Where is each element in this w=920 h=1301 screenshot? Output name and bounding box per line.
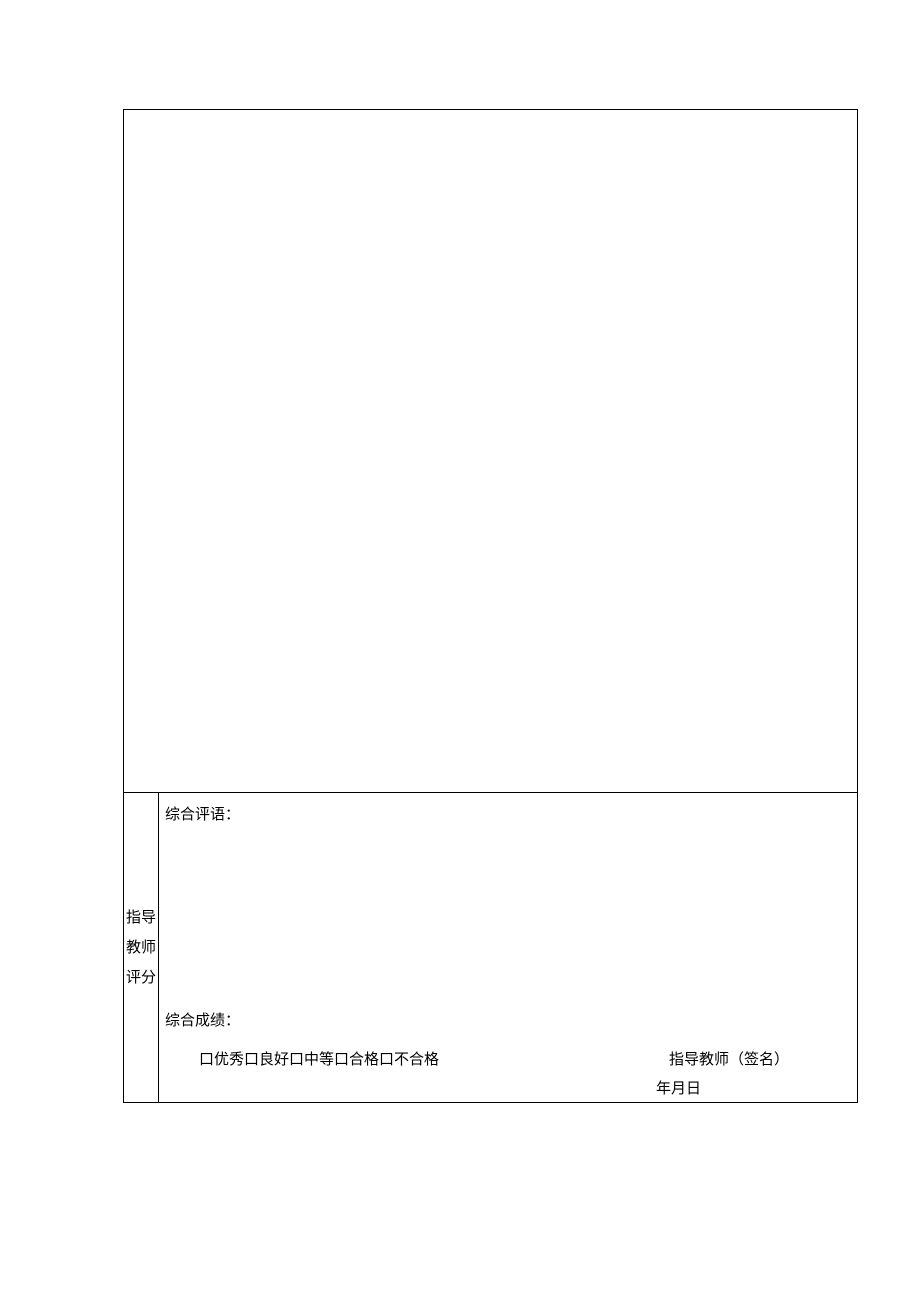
signature-label: 指导教师（签名） [669,1048,789,1069]
comment-label: 综合评语： [165,807,240,823]
form-table: 指导 教师 评分 综合评语： 综合成绩： 口优秀口良好口中等口合格口不合格 指导… [123,109,858,1103]
evaluation-section: 指导 教师 评分 综合评语： 综合成绩： 口优秀口良好口中等口合格口不合格 指导… [124,793,857,1102]
comment-area: 综合评语： [159,793,857,1003]
grade-label: 综合成绩： [165,1009,851,1030]
row-label-cell: 指导 教师 评分 [124,793,159,1102]
grade-area: 综合成绩： 口优秀口良好口中等口合格口不合格 指导教师（签名） 年月日 [159,1003,857,1102]
grade-options: 口优秀口良好口中等口合格口不合格 [199,1048,439,1069]
grade-options-row: 口优秀口良好口中等口合格口不合格 指导教师（签名） [165,1048,851,1069]
label-line-3: 评分 [126,963,156,993]
label-line-1: 指导 [126,903,156,933]
upper-blank-section [124,110,857,793]
label-line-2: 教师 [126,933,156,963]
date-label: 年月日 [165,1077,851,1098]
evaluation-content: 综合评语： 综合成绩： 口优秀口良好口中等口合格口不合格 指导教师（签名） 年月… [159,793,857,1102]
